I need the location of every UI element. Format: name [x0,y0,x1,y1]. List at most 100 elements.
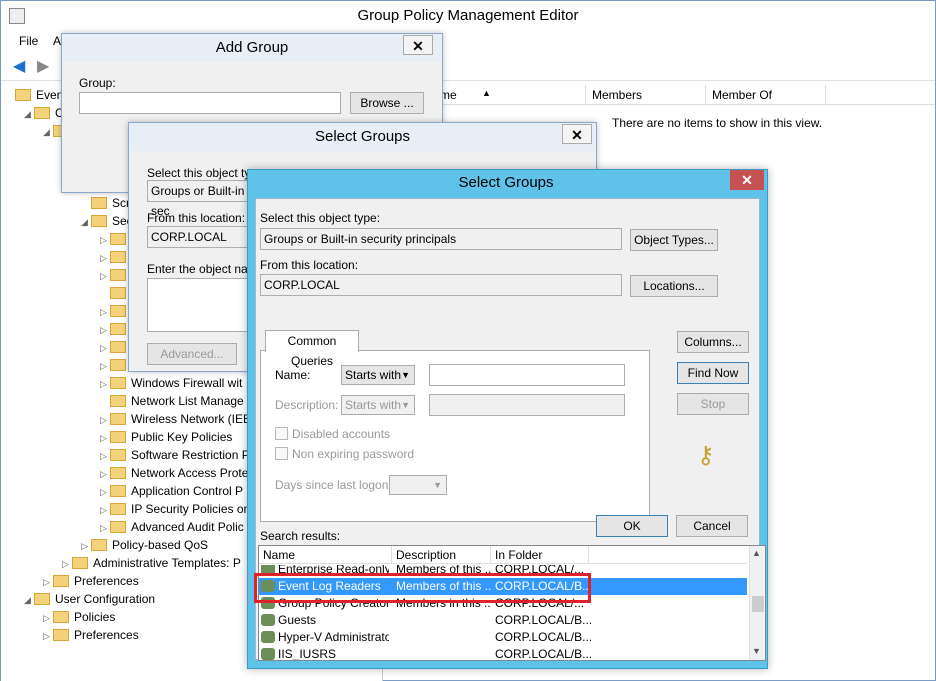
collapsed-arrow-icon[interactable]: ▷ [100,411,110,429]
folder-icon [53,574,69,587]
collapsed-arrow-icon[interactable]: ▷ [100,249,110,267]
cell-name: Guests [261,612,389,629]
tree-item[interactable]: ▷ [100,302,131,320]
scroll-thumb[interactable] [752,596,764,612]
search-results-label: Search results: [260,529,341,543]
column-members[interactable]: Members [586,85,706,105]
tree-item[interactable]: ▷ [100,266,131,284]
cancel-button[interactable]: Cancel [676,515,748,537]
description-query-input[interactable] [429,394,625,416]
collapsed-arrow-icon[interactable]: ▷ [43,609,53,627]
locations-button[interactable]: Locations... [630,275,718,297]
expanded-arrow-icon[interactable]: ◢ [24,591,34,609]
tree-item[interactable] [100,284,131,302]
collapsed-arrow-icon[interactable]: ▷ [100,465,110,483]
back-arrow-icon[interactable]: ◀ [13,59,29,75]
collapsed-arrow-icon[interactable]: ▷ [100,519,110,537]
tree-item[interactable]: ▷ [100,338,131,356]
collapsed-arrow-icon[interactable]: ▷ [100,267,110,285]
collapsed-arrow-icon[interactable]: ▷ [43,627,53,645]
days-since-logon-select[interactable]: ▼ [389,475,447,495]
collapsed-arrow-icon[interactable]: ▷ [100,501,110,519]
tree-item[interactable]: ▷ [100,356,131,374]
menu-file[interactable]: File [19,34,38,48]
tree-item[interactable]: ▷ Preferences [43,626,139,644]
browse-button[interactable]: Browse ... [350,92,424,114]
collapsed-arrow-icon[interactable]: ▷ [100,231,110,249]
stop-button[interactable]: Stop [677,393,749,415]
collapsed-arrow-icon[interactable]: ▷ [100,321,110,339]
tree-item[interactable]: ▷ Application Control P [100,482,243,500]
forward-arrow-icon[interactable]: ▶ [37,59,53,75]
tree-item[interactable]: ▷ Administrative Templates: P [62,554,241,572]
collapsed-arrow-icon[interactable]: ▷ [100,357,110,375]
collapsed-arrow-icon[interactable]: ▷ [43,573,53,591]
tree-item[interactable]: ▷ IP Security Policies on [100,500,250,518]
table-row[interactable]: Hyper-V Administrators CORP.LOCAL/B... [259,629,747,646]
group-icon [261,647,275,660]
table-row[interactable]: Guests CORP.LOCAL/B... [259,612,747,629]
tree-item[interactable]: ▷ Advanced Audit Polic [100,518,244,536]
tree-item[interactable]: ▷ Public Key Policies [100,428,232,446]
column-in-folder[interactable]: In Folder [491,546,589,564]
tree-item[interactable]: ▷ Software Restriction P [100,446,250,464]
non-expiring-checkbox[interactable] [275,447,288,460]
close-icon[interactable]: ✕ [730,170,764,190]
expanded-arrow-icon[interactable]: ◢ [43,123,53,141]
name-query-input[interactable] [429,364,625,386]
scroll-up-icon[interactable]: ▲ [752,548,761,558]
collapsed-arrow-icon[interactable]: ▷ [100,483,110,501]
selection-highlight-box [254,573,591,603]
tree-item[interactable]: ◢ Sec [81,212,133,230]
collapsed-arrow-icon[interactable]: ▷ [100,429,110,447]
tree-item[interactable]: ▷ Policies [43,608,115,626]
scroll-down-icon[interactable]: ▼ [752,646,761,656]
name-mode-select[interactable]: Starts with ▼ [341,365,415,385]
column-description[interactable]: Description [392,546,491,564]
search-key-icon: ⚷ [697,442,715,469]
tree-item[interactable]: Scri [81,194,133,212]
object-types-button[interactable]: Object Types... [630,229,718,251]
close-icon[interactable]: ✕ [403,35,433,55]
advanced-button[interactable]: Advanced... [147,343,237,365]
tree-item[interactable]: ▷ [100,230,131,248]
find-now-button[interactable]: Find Now [677,362,749,384]
tab-common-queries[interactable]: Common Queries [265,330,359,368]
description-mode-select[interactable]: Starts with ▼ [341,395,415,415]
tree-item[interactable]: Event [5,86,67,104]
tree-item[interactable]: ▷ Preferences [43,572,139,590]
cell-folder: CORP.LOCAL/B... [495,647,591,660]
collapsed-arrow-icon[interactable]: ▷ [81,537,91,555]
collapsed-arrow-icon[interactable]: ▷ [62,555,72,573]
tree-item[interactable]: Network List Manage [100,392,244,410]
tree-item[interactable]: ▷ Policy-based QoS [81,536,208,554]
tree-item[interactable]: ◢ C [24,104,64,122]
disabled-accounts-checkbox[interactable] [275,427,288,440]
menu-action[interactable]: A [53,34,61,48]
expanded-arrow-icon[interactable]: ◢ [81,213,91,231]
group-input[interactable] [79,92,341,114]
collapsed-arrow-icon[interactable]: ▷ [100,303,110,321]
column-name[interactable]: me ▲ [434,85,586,105]
ok-button[interactable]: OK [596,515,668,537]
tree-item[interactable]: ▷ Network Access Prote [100,464,248,482]
tree-item[interactable]: ◢ User Configuration [24,590,155,608]
object-type-field: Groups or Built-in security principals [260,228,622,250]
column-member-of[interactable]: Member Of [706,85,826,105]
collapsed-arrow-icon[interactable]: ▷ [100,339,110,357]
results-scrollbar[interactable]: ▲ ▼ [749,546,765,660]
expanded-arrow-icon[interactable]: ◢ [24,105,34,123]
tree-item[interactable]: ▷ [100,248,131,266]
column-name[interactable]: Name [259,546,392,564]
collapsed-arrow-icon[interactable]: ▷ [100,447,110,465]
folder-icon [110,376,126,389]
tree-item[interactable]: ▷ Windows Firewall wit [100,374,242,392]
columns-button[interactable]: Columns... [677,331,749,353]
tree-item[interactable]: ▷ [100,320,131,338]
chevron-down-icon: ▼ [401,400,410,410]
tree-item[interactable]: ▷ Wireless Network (IEE [100,410,251,428]
object-names-input[interactable] [147,278,257,332]
table-row[interactable]: IIS_IUSRS CORP.LOCAL/B... [259,646,747,660]
collapsed-arrow-icon[interactable]: ▷ [100,375,110,393]
close-icon[interactable]: ✕ [562,124,592,144]
